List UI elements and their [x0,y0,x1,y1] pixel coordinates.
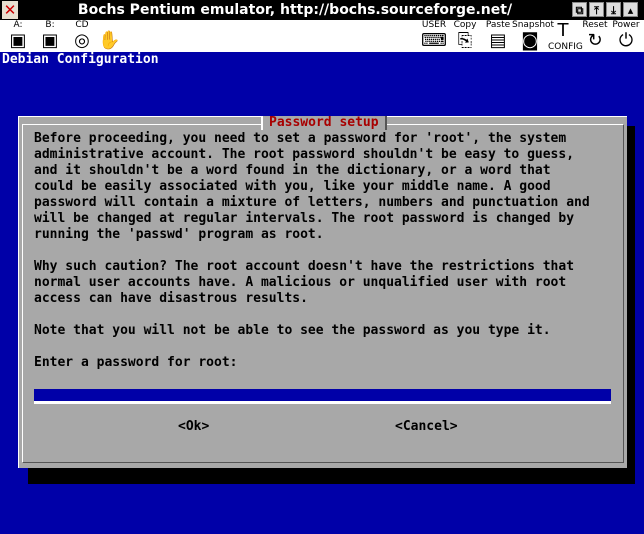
boot-button[interactable]: ✋ [98,20,120,52]
paste-button[interactable]: Paste ▤ [484,20,512,52]
floppy-a-label: A: [13,20,23,30]
reset-icon: ↻ [587,30,603,51]
power-button[interactable]: Power ⏻ [610,20,642,52]
window-titlebar[interactable]: ✕ Bochs Pentium emulator, http://bochs.s… [0,0,644,20]
window-title: Bochs Pentium emulator, http://bochs.sou… [67,2,523,18]
paste-label: Paste [485,20,511,30]
password-input[interactable] [34,389,611,404]
window-menu-icon[interactable]: ▴ [623,2,638,17]
floppy-b-icon: ▣ [41,30,59,51]
bochs-toolbar: A: ▣ B: ▣ CD ◎ ✋ USER ⌨ Copy ⎘ Paste ▤ S… [0,20,644,52]
reset-button[interactable]: Reset ↻ [580,20,610,52]
config-label: CONFIG [548,42,583,52]
restore-icon[interactable]: ⧉ [572,2,587,17]
close-icon[interactable]: ✕ [2,1,18,19]
cdrom-label: CD [75,20,89,30]
cdrom-button[interactable]: CD ◎ [68,20,96,52]
floppy-a-button[interactable]: A: ▣ [4,20,32,52]
cancel-button[interactable]: <Cancel> [395,419,458,435]
boot-icon: ✋ [98,30,121,51]
config-icon: T [557,20,569,41]
copy-button[interactable]: Copy ⎘ [452,20,478,52]
password-prompt: Enter a password for root: [34,355,238,370]
debian-config-header: Debian Configuration [2,52,159,67]
keyboard-icon: ⌨ [421,30,447,51]
floppy-a-icon: ▣ [9,30,27,51]
reset-label: Reset [582,20,608,30]
config-button[interactable]: T CONFIG [548,20,583,52]
paste-icon: ▤ [489,30,507,51]
ok-button[interactable]: <Ok> [178,419,209,435]
password-setup-dialog: Password setup Before proceeding, you ne… [18,116,627,468]
copy-icon: ⎘ [457,30,473,51]
user-label: USER [421,20,447,30]
dialog-text-caution: Why such caution? The root account doesn… [34,259,575,306]
power-icon: ⏻ [618,30,634,51]
maximize-icon[interactable]: ⤒ [589,2,604,17]
user-button[interactable]: USER ⌨ [418,20,450,52]
dialog-text-note: Note that you will not be able to see th… [34,323,551,338]
dialog-title: Password setup [261,116,387,130]
floppy-b-button[interactable]: B: ▣ [36,20,64,52]
snapshot-button[interactable]: Snapshot ◙ [512,20,555,52]
floppy-b-label: B: [45,20,55,30]
cdrom-icon: ◎ [74,30,90,51]
minimize-icon[interactable]: ⤓ [606,2,621,17]
copy-label: Copy [453,20,477,30]
power-label: Power [612,20,640,30]
window-title-wrap: Bochs Pentium emulator, http://bochs.sou… [20,0,570,20]
dialog-text-intro: Before proceeding, you need to set a pas… [34,131,590,242]
snapshot-label: Snapshot [512,20,555,30]
camera-icon: ◙ [521,30,539,51]
